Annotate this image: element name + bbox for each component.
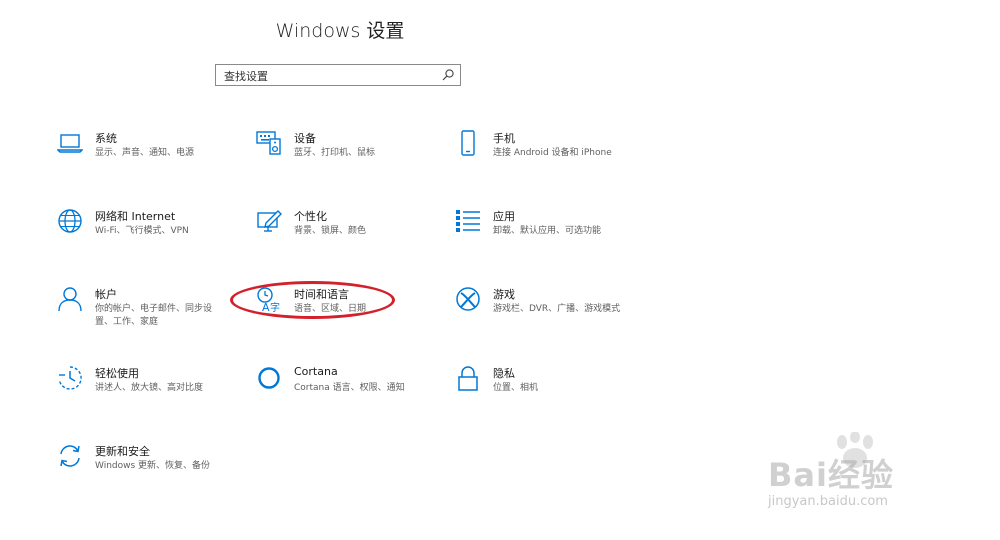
search-box[interactable]: 查找设置 xyxy=(215,64,461,86)
lock-icon xyxy=(455,365,481,391)
tile-update-security[interactable]: 更新和安全 Windows 更新、恢复、备份 xyxy=(57,443,247,493)
keyboard-speaker-icon xyxy=(256,130,282,156)
tile-label: 个性化 xyxy=(294,210,327,223)
tile-system[interactable]: 系统 显示、声音、通知、电源 xyxy=(57,130,247,180)
tile-devices[interactable]: 设备 蓝牙、打印机、鼠标 xyxy=(256,130,446,180)
tile-label: 隐私 xyxy=(493,367,515,380)
tile-label: 更新和安全 xyxy=(95,445,150,458)
watermark-url: jingyan.baidu.com xyxy=(768,494,888,509)
page-title: Windows 设置 xyxy=(275,20,405,42)
sync-icon xyxy=(57,443,83,469)
tile-label: 系统 xyxy=(95,132,117,145)
tile-cortana[interactable]: Cortana Cortana 语言、权限、通知 xyxy=(256,365,446,415)
tile-accounts[interactable]: 帐户 你的帐户、电子邮件、同步设置、工作、家庭 xyxy=(57,286,247,336)
annotation-highlight-ellipse xyxy=(230,281,395,319)
person-icon xyxy=(57,286,83,312)
ease-of-access-icon xyxy=(57,365,83,391)
tile-label: 轻松使用 xyxy=(95,367,139,380)
globe-icon xyxy=(57,208,83,234)
cortana-ring-icon xyxy=(256,365,282,391)
watermark-main: Bai经验 xyxy=(768,456,894,494)
app-list-icon xyxy=(455,208,481,234)
tile-description: Windows 更新、恢复、备份 xyxy=(95,461,211,471)
tile-label: 手机 xyxy=(493,132,515,145)
tile-apps[interactable]: 应用 卸载、默认应用、可选功能 xyxy=(455,208,645,258)
search-icon[interactable] xyxy=(441,68,455,82)
tile-personalization[interactable]: 个性化 背景、锁屏、颜色 xyxy=(256,208,446,258)
search-input[interactable]: 查找设置 xyxy=(224,68,268,84)
tile-description: 背景、锁屏、颜色 xyxy=(294,226,367,236)
watermark: Bai经验 jingyan.baidu.com xyxy=(760,432,960,522)
tile-description: 显示、声音、通知、电源 xyxy=(95,148,195,158)
tile-description: 蓝牙、打印机、鼠标 xyxy=(294,148,376,158)
tile-network[interactable]: 网络和 Internet Wi-Fi、飞行模式、VPN xyxy=(57,208,247,258)
tile-phone[interactable]: 手机 连接 Android 设备和 iPhone xyxy=(455,130,645,180)
tile-ease-of-access[interactable]: 轻松使用 讲述人、放大镜、高对比度 xyxy=(57,365,247,415)
tile-label: 游戏 xyxy=(493,288,515,301)
tile-description: Wi-Fi、飞行模式、VPN xyxy=(95,226,189,236)
tile-description: 游戏栏、DVR、广播、游戏模式 xyxy=(493,304,621,314)
tile-description: 你的帐户、电子邮件、同步设置、工作、家庭 xyxy=(95,304,213,327)
tile-gaming[interactable]: 游戏 游戏栏、DVR、广播、游戏模式 xyxy=(455,286,645,336)
tile-label: 应用 xyxy=(493,210,515,223)
tile-description: 位置、相机 xyxy=(493,383,539,393)
tile-label: 网络和 Internet xyxy=(95,210,176,223)
laptop-icon xyxy=(57,130,83,156)
tile-label: 帐户 xyxy=(95,288,117,301)
tile-label: Cortana xyxy=(294,365,338,378)
xbox-icon xyxy=(455,286,481,312)
phone-icon xyxy=(455,130,481,156)
tile-privacy[interactable]: 隐私 位置、相机 xyxy=(455,365,645,415)
tile-label: 设备 xyxy=(294,132,316,145)
tile-description: Cortana 语言、权限、通知 xyxy=(294,383,405,393)
paint-icon xyxy=(256,208,282,234)
tile-description: 连接 Android 设备和 iPhone xyxy=(493,148,612,158)
tile-description: 讲述人、放大镜、高对比度 xyxy=(95,383,204,393)
tile-description: 卸载、默认应用、可选功能 xyxy=(493,226,602,236)
